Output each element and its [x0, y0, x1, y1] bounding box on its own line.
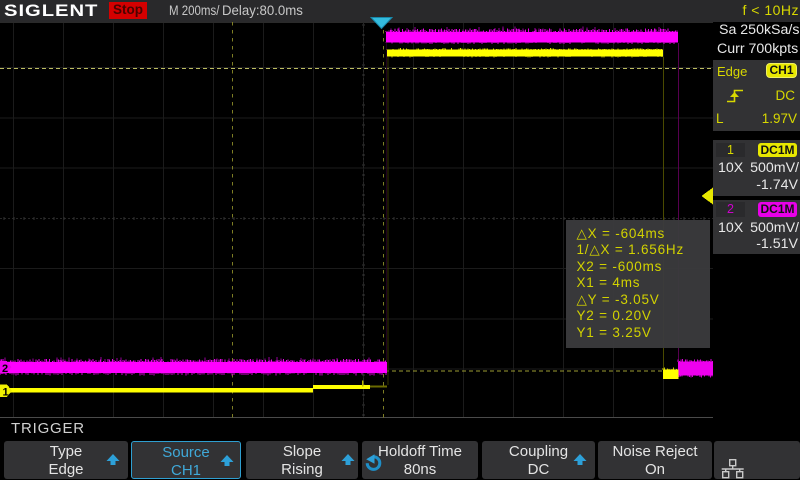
- svg-text:1: 1: [3, 387, 9, 399]
- svg-text:2: 2: [2, 363, 8, 375]
